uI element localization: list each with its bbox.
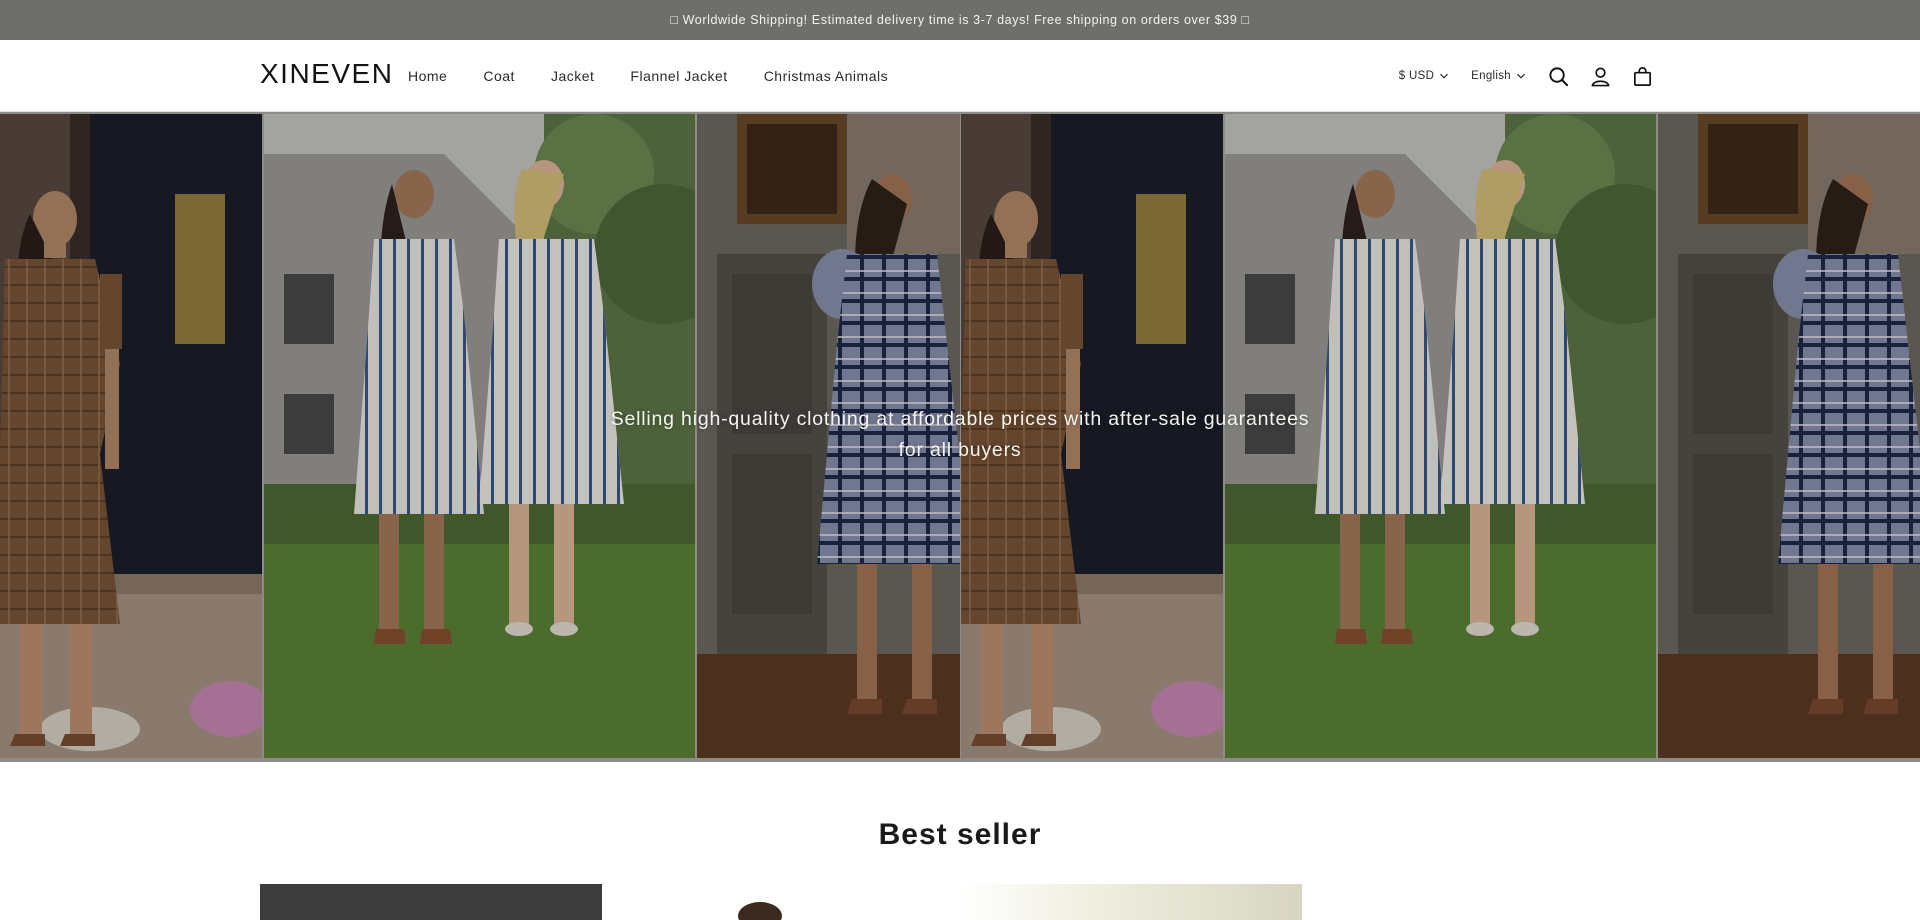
currency-label: $ USD (1398, 70, 1435, 82)
hero-image-brown-dress (0, 114, 262, 758)
product-card[interactable] (260, 884, 602, 920)
nav-item-home[interactable]: Home (390, 68, 465, 84)
chevron-down-icon (1440, 73, 1449, 79)
best-seller-heading: Best seller (878, 818, 1042, 851)
nav-item-christmas-animals[interactable]: Christmas Animals (746, 68, 906, 84)
language-selector[interactable]: English (1463, 70, 1534, 82)
nav-item-coat[interactable]: Coat (465, 68, 533, 84)
nav-item-jacket[interactable]: Jacket (533, 68, 612, 84)
announcement-text: □ Worldwide Shipping! Estimated delivery… (670, 13, 1250, 27)
product-image (738, 902, 782, 920)
chevron-down-icon (1517, 73, 1525, 79)
announcement-bar: □ Worldwide Shipping! Estimated delivery… (0, 0, 1920, 40)
product-card[interactable] (610, 884, 952, 920)
site-header: XINEVEN Home Coat Jacket Flannel Jacket … (0, 40, 1920, 112)
language-label: English (1471, 70, 1511, 82)
account-icon (1591, 67, 1609, 86)
search-button[interactable] (1540, 54, 1576, 98)
nav-item-flannel-jacket[interactable]: Flannel Jacket (612, 68, 745, 84)
product-card[interactable] (960, 884, 1302, 920)
hero-image-navy-plaid-dress (1658, 114, 1920, 758)
hero-caption: Selling high-quality clothing at afforda… (610, 408, 1310, 461)
account-button[interactable] (1582, 54, 1618, 98)
header-utilities: $ USD English (1391, 40, 1660, 112)
hero-banner: Selling high-quality clothing at afforda… (0, 112, 1920, 762)
main-nav: Home Coat Jacket Flannel Jacket Christma… (390, 40, 906, 112)
store-logo[interactable]: XINEVEN (260, 58, 393, 90)
currency-selector[interactable]: $ USD (1391, 70, 1457, 82)
cart-icon (1633, 66, 1651, 86)
cart-button[interactable] (1624, 54, 1660, 98)
search-icon (1548, 66, 1568, 86)
